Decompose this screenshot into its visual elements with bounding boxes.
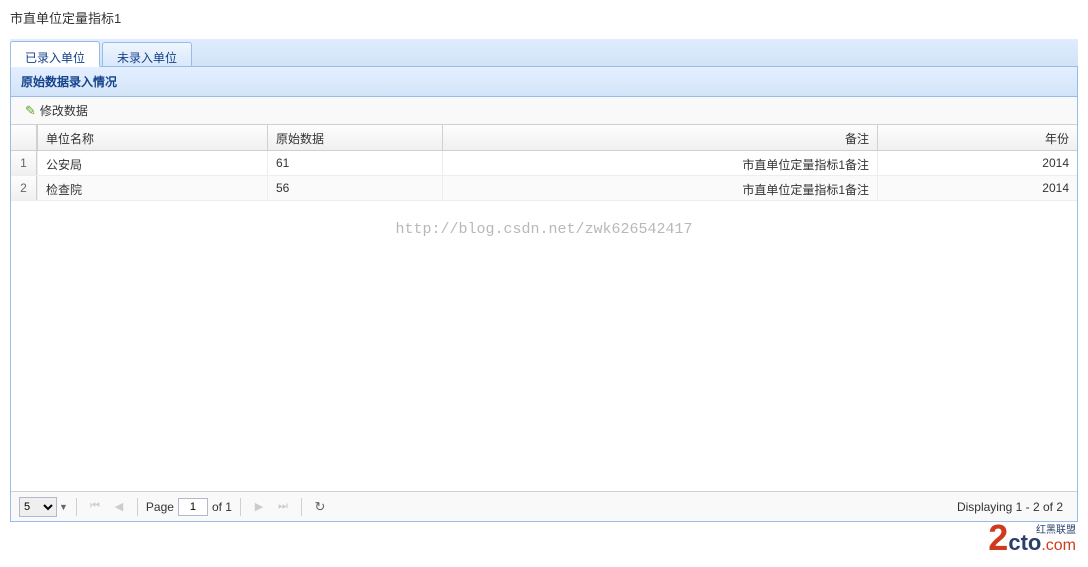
refresh-button[interactable]: ↻ xyxy=(310,497,330,517)
pencil-icon: ✎ xyxy=(25,103,36,119)
cell-year: 2014 xyxy=(877,151,1077,175)
dropdown-icon: ▼ xyxy=(59,502,68,512)
col-unit-header[interactable]: 单位名称 xyxy=(37,125,267,150)
brand-logo: 红黑联盟 2cto.com xyxy=(988,517,1076,559)
row-number: 2 xyxy=(11,176,37,200)
last-page-icon: ⏭ xyxy=(278,500,288,513)
separator xyxy=(137,498,138,516)
prev-page-icon: ◀ xyxy=(115,500,123,513)
tab-not-entered-units[interactable]: 未录入单位 xyxy=(102,42,192,66)
col-num-header xyxy=(11,125,37,150)
edit-data-label: 修改数据 xyxy=(40,102,88,119)
grid-header: 单位名称 原始数据 备注 年份 xyxy=(11,125,1077,151)
brand-com: .com xyxy=(1041,537,1076,554)
watermark: http://blog.csdn.net/zwk626542417 xyxy=(395,221,692,238)
table-row[interactable]: 1 公安局 61 市直单位定量指标1备注 2014 xyxy=(11,151,1077,176)
prev-page-button[interactable]: ◀ xyxy=(109,497,129,517)
first-page-button[interactable]: ⏮ xyxy=(85,497,105,517)
tab-strip: 已录入单位 未录入单位 xyxy=(10,39,1078,67)
panel-header: 原始数据录入情况 xyxy=(11,67,1077,97)
cell-data: 61 xyxy=(267,151,442,175)
page-title: 市直单位定量指标1 xyxy=(0,0,1088,35)
brand-num: 2 xyxy=(988,517,1008,558)
row-number: 1 xyxy=(11,151,37,175)
edit-data-button[interactable]: ✎ 修改数据 xyxy=(19,99,94,122)
paging-bar: 5 ▼ ⏮ ◀ Page of 1 ▶ ⏭ ↻ xyxy=(11,491,1077,521)
col-data-header[interactable]: 原始数据 xyxy=(267,125,442,150)
brand-cn: 红黑联盟 xyxy=(1036,521,1076,536)
next-page-button[interactable]: ▶ xyxy=(249,497,269,517)
first-page-icon: ⏮ xyxy=(90,500,100,513)
page-label-suffix: of 1 xyxy=(212,500,232,514)
page-label-prefix: Page xyxy=(146,500,174,514)
page-number-input[interactable] xyxy=(178,498,208,516)
separator xyxy=(301,498,302,516)
col-remark-header[interactable]: 备注 xyxy=(442,125,877,150)
cell-unit: 公安局 xyxy=(37,151,267,175)
grid-body: 1 公安局 61 市直单位定量指标1备注 2014 2 检查院 56 市直单位定… xyxy=(11,151,1077,491)
refresh-icon: ↻ xyxy=(315,499,326,515)
toolbar: ✎ 修改数据 xyxy=(11,97,1077,125)
table-row[interactable]: 2 检查院 56 市直单位定量指标1备注 2014 xyxy=(11,176,1077,201)
display-info: Displaying 1 - 2 of 2 xyxy=(957,500,1069,514)
brand-cto: cto xyxy=(1008,530,1041,555)
cell-data: 56 xyxy=(267,176,442,200)
cell-remark: 市直单位定量指标1备注 xyxy=(442,151,877,175)
page-size-select[interactable]: 5 xyxy=(19,497,57,517)
cell-remark: 市直单位定量指标1备注 xyxy=(442,176,877,200)
tab-entered-units[interactable]: 已录入单位 xyxy=(10,41,100,67)
col-year-header[interactable]: 年份 xyxy=(877,125,1077,150)
last-page-button[interactable]: ⏭ xyxy=(273,497,293,517)
separator xyxy=(240,498,241,516)
main-panel: 原始数据录入情况 ✎ 修改数据 单位名称 原始数据 备注 年份 1 公安局 61… xyxy=(10,67,1078,522)
cell-unit: 检查院 xyxy=(37,176,267,200)
cell-year: 2014 xyxy=(877,176,1077,200)
next-page-icon: ▶ xyxy=(255,500,263,513)
separator xyxy=(76,498,77,516)
tab-container: 已录入单位 未录入单位 原始数据录入情况 ✎ 修改数据 单位名称 原始数据 备注… xyxy=(10,39,1078,522)
